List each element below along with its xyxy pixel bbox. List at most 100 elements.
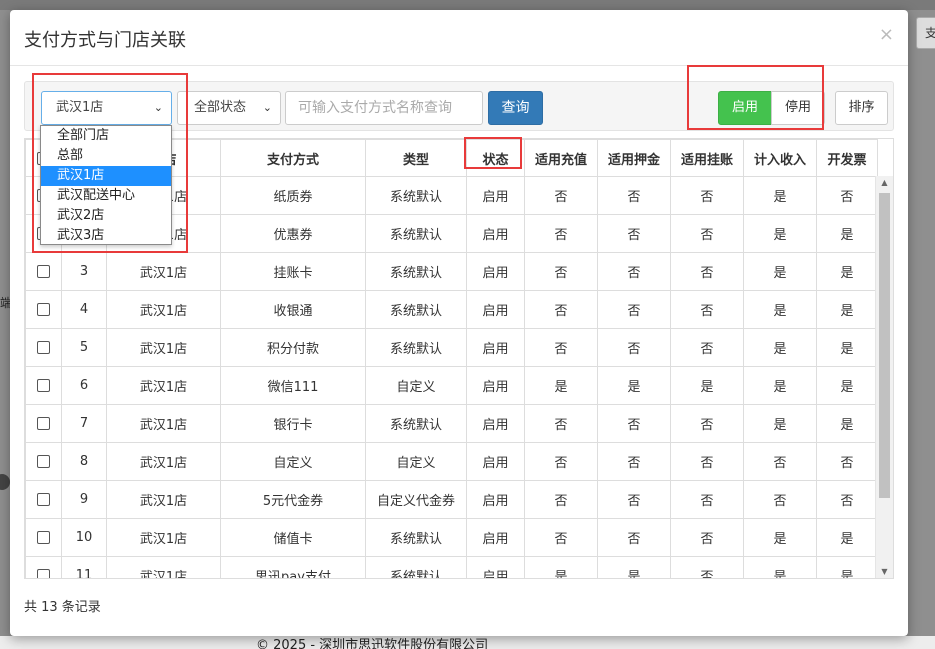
row-checkbox[interactable] (37, 303, 50, 316)
table-cell: 武汉1店 (106, 366, 221, 405)
table-row[interactable]: 3 武汉1店 挂账卡 系统默认 启用否否否是是 (25, 252, 878, 291)
store-option[interactable]: 总部 (41, 146, 171, 166)
table-cell: 否 (597, 518, 671, 557)
table-cell: 是 (743, 176, 817, 215)
sort-button[interactable]: 排序 (835, 91, 888, 125)
store-dropdown-list: 全部门店 总部 武汉1店 武汉配送中心 武汉2店 武汉3店 (40, 125, 172, 245)
background-icon (0, 474, 10, 490)
payment-search-input[interactable]: 可输入支付方式名称查询 (285, 91, 483, 125)
table-cell: 是 (816, 214, 878, 253)
row-checkbox-cell[interactable] (25, 290, 62, 329)
table-row[interactable]: 11 武汉1店 思迅pay支付 系统默认 启用是是否是是 (25, 556, 878, 578)
table-cell: 否 (816, 480, 878, 519)
table-cell: 9 (61, 480, 107, 519)
table-cell: 否 (816, 176, 878, 215)
status-select[interactable]: 全部状态 ⌄ (177, 91, 281, 125)
chevron-down-icon: ⌄ (153, 101, 163, 114)
store-option[interactable]: 武汉3店 (41, 226, 171, 246)
table-cell: 否 (597, 480, 671, 519)
store-select[interactable]: 武汉1店 ⌄ (41, 91, 172, 125)
row-checkbox[interactable] (37, 455, 50, 468)
table-cell: 是 (743, 366, 817, 405)
table-cell: 是 (743, 214, 817, 253)
table-row[interactable]: 8 武汉1店 自定义 自定义 启用否否否否否 (25, 442, 878, 481)
table-cell: 微信111 (220, 366, 366, 405)
table-cell: 自定义 (365, 366, 467, 405)
table-cell: 否 (524, 176, 598, 215)
table-row[interactable]: 4 武汉1店 收银通 系统默认 启用否否否是是 (25, 290, 878, 329)
disable-button[interactable]: 停用 (771, 91, 825, 125)
table-cell: 是 (743, 290, 817, 329)
table-cell: 否 (524, 442, 598, 481)
table-row[interactable]: 9 武汉1店 5元代金券 自定义代金券 启用否否否否否 (25, 480, 878, 519)
table-cell: 5 (61, 328, 107, 367)
table-cell: 启用 (466, 442, 525, 481)
table-cell: 自定义 (220, 442, 366, 481)
table-cell: 3 (61, 252, 107, 291)
table-scrollbar[interactable]: ▲ ▼ (875, 176, 893, 578)
row-checkbox[interactable] (37, 493, 50, 506)
table-cell: 否 (670, 518, 744, 557)
table-cell: 系统默认 (365, 176, 467, 215)
table-cell: 是 (524, 556, 598, 578)
table-row[interactable]: 7 武汉1店 银行卡 系统默认 启用否否否是是 (25, 404, 878, 443)
table-cell: 启用 (466, 214, 525, 253)
background-page (0, 0, 935, 10)
table-cell: 武汉1店 (106, 290, 221, 329)
column-header: 类型 (365, 139, 467, 177)
row-checkbox-cell[interactable] (25, 518, 62, 557)
table-cell: 武汉1店 (106, 442, 221, 481)
table-cell: 否 (670, 328, 744, 367)
row-checkbox-cell[interactable] (25, 252, 62, 291)
row-checkbox[interactable] (37, 417, 50, 430)
background-footer: © 2025 - 深圳市思迅软件股份有限公司 (0, 636, 935, 649)
table-cell: 否 (524, 290, 598, 329)
table-cell: 否 (524, 252, 598, 291)
store-option[interactable]: 武汉2店 (41, 206, 171, 226)
payment-store-modal: 支付方式与门店关联 × 武汉1店 ⌄ 全部状态 ⌄ 可输入支付方式名称查询 查询… (10, 10, 908, 636)
row-checkbox[interactable] (37, 379, 50, 392)
table-cell: 8 (61, 442, 107, 481)
background-button: 支 (916, 17, 935, 49)
table-cell: 是 (816, 404, 878, 443)
query-button[interactable]: 查询 (488, 91, 543, 125)
chevron-down-icon: ⌄ (262, 101, 272, 114)
header-divider (10, 65, 908, 66)
table-cell: 系统默认 (365, 556, 467, 578)
table-cell: 否 (524, 404, 598, 443)
close-icon[interactable]: × (879, 24, 894, 45)
table-row[interactable]: 5 武汉1店 积分付款 系统默认 启用否否否是是 (25, 328, 878, 367)
store-option[interactable]: 全部门店 (41, 126, 171, 146)
table-cell: 启用 (466, 404, 525, 443)
table-cell: 否 (816, 442, 878, 481)
row-checkbox[interactable] (37, 569, 50, 578)
table-cell: 否 (670, 252, 744, 291)
table-cell: 是 (816, 328, 878, 367)
scroll-down-icon[interactable]: ▼ (876, 565, 893, 578)
store-option[interactable]: 武汉1店 (41, 166, 171, 186)
table-row[interactable]: 10 武汉1店 储值卡 系统默认 启用否否否是是 (25, 518, 878, 557)
scroll-up-icon[interactable]: ▲ (876, 176, 893, 190)
row-checkbox[interactable] (37, 265, 50, 278)
table-cell: 否 (597, 176, 671, 215)
row-checkbox-cell[interactable] (25, 480, 62, 519)
table-row[interactable]: 6 武汉1店 微信111 自定义 启用是是是是是 (25, 366, 878, 405)
scrollbar-thumb[interactable] (879, 193, 890, 498)
column-header: 计入收入 (743, 139, 817, 177)
row-checkbox[interactable] (37, 531, 50, 544)
row-checkbox-cell[interactable] (25, 366, 62, 405)
table-cell: 否 (597, 252, 671, 291)
row-checkbox-cell[interactable] (25, 442, 62, 481)
table-cell: 否 (597, 328, 671, 367)
row-checkbox-cell[interactable] (25, 404, 62, 443)
row-checkbox-cell[interactable] (25, 556, 62, 578)
table-cell: 启用 (466, 366, 525, 405)
store-option[interactable]: 武汉配送中心 (41, 186, 171, 206)
table-cell: 系统默认 (365, 328, 467, 367)
table-cell: 优惠券 (220, 214, 366, 253)
row-checkbox-cell[interactable] (25, 328, 62, 367)
table-cell: 否 (670, 176, 744, 215)
enable-button[interactable]: 启用 (718, 91, 772, 125)
row-checkbox[interactable] (37, 341, 50, 354)
filter-toolbar: 武汉1店 ⌄ 全部状态 ⌄ 可输入支付方式名称查询 查询 启用 停用 排序 (24, 81, 894, 131)
